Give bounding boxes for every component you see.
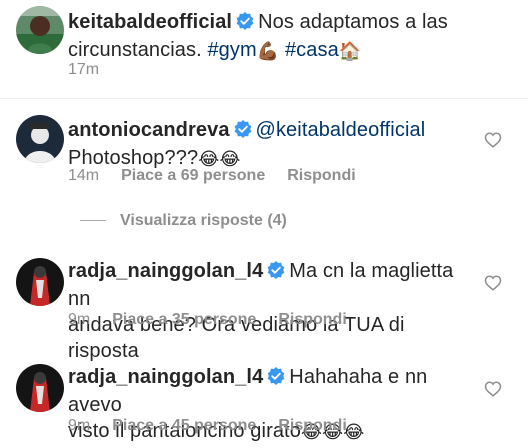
reply-button[interactable]: Rispondi — [278, 311, 346, 328]
reply-thread-line — [80, 220, 106, 222]
verified-badge-icon — [236, 11, 254, 37]
commenter-avatar[interactable] — [16, 258, 64, 306]
comment-item: antoniocandreva @keitabaldeofficial Photo… — [0, 110, 528, 190]
comment-time: 9m — [68, 311, 91, 328]
divider — [0, 98, 528, 99]
post-time: 17m — [68, 61, 100, 78]
verified-badge-icon — [234, 119, 252, 145]
likes-count-link[interactable]: Piace a 45 persone — [112, 417, 256, 434]
post-caption: keitabaldeofficial Nos adaptamos a las ci… — [0, 0, 528, 98]
like-heart-icon[interactable] — [484, 380, 502, 398]
caption-line2-prefix: circunstancias. — [68, 39, 202, 61]
post-caption-text: keitabaldeofficial Nos adaptamos a las ci… — [68, 9, 518, 63]
view-replies-label: Visualizza risposte (4) — [120, 212, 287, 229]
hashtag-casa[interactable]: #casa — [285, 39, 339, 61]
comment-meta: 14m Piace a 69 persone Rispondi — [68, 166, 378, 186]
comment-item: radja_nainggolan_l4 Ma cn la maglietta nn… — [0, 253, 528, 362]
post-author-avatar[interactable] — [16, 6, 64, 54]
hashtag-gym[interactable]: #gym — [207, 39, 256, 61]
like-heart-icon[interactable] — [484, 131, 502, 149]
commenter-avatar[interactable] — [16, 364, 64, 412]
flexed-arm-emoji: 💪🏾 — [256, 41, 280, 61]
likes-count-link[interactable]: Piace a 69 persone — [121, 167, 265, 184]
caption-line1: Nos adaptamos a las — [258, 11, 448, 33]
like-heart-icon[interactable] — [484, 274, 502, 292]
comment-item: radja_nainggolan_l4 Hahahaha e nn avevo v… — [0, 361, 528, 448]
reply-button[interactable]: Rispondi — [287, 167, 355, 184]
verified-badge-icon — [267, 260, 285, 286]
comment-text: antoniocandreva @keitabaldeofficial Photo… — [68, 117, 468, 171]
commenter-avatar[interactable] — [16, 115, 64, 163]
view-replies-button[interactable]: Visualizza risposte (4) — [68, 211, 287, 231]
comment-username[interactable]: radja_nainggolan_l4 — [68, 260, 263, 282]
comment-time: 14m — [68, 167, 100, 184]
comment-meta: 9m Piace a 45 persone Rispondi — [68, 416, 369, 436]
comment-time: 9m — [68, 417, 91, 434]
mention-link[interactable]: @keitabaldeofficial — [256, 119, 426, 141]
comment-username[interactable]: antoniocandreva — [68, 119, 230, 141]
comment-meta: 9m Piace a 35 persone Rispondi — [68, 310, 369, 330]
post-username[interactable]: keitabaldeofficial — [68, 11, 232, 33]
comment-username[interactable]: radja_nainggolan_l4 — [68, 366, 263, 388]
house-emoji: 🏠 — [338, 41, 362, 61]
likes-count-link[interactable]: Piace a 35 persone — [112, 311, 256, 328]
reply-button[interactable]: Rispondi — [278, 417, 346, 434]
verified-badge-icon — [267, 366, 285, 392]
